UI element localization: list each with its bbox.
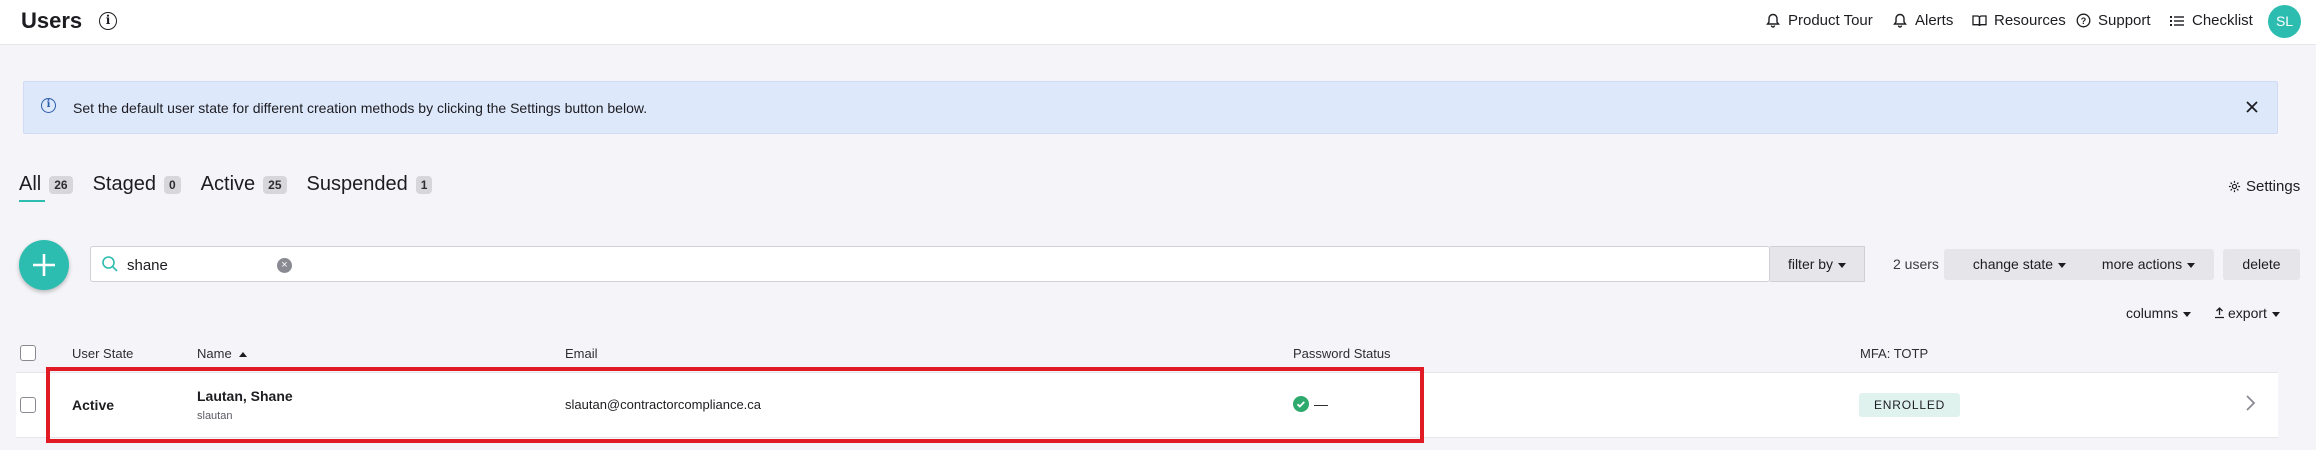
table-header: User State Name Email Password Status MF… xyxy=(0,340,2316,366)
row-checkbox[interactable] xyxy=(20,397,36,413)
top-bar: Users i Product Tour Alerts Resources ? … xyxy=(0,0,2316,45)
nav-product-tour[interactable]: Product Tour xyxy=(1765,12,1873,29)
info-circle-icon: i xyxy=(41,98,56,113)
chevron-down-icon xyxy=(2183,311,2192,317)
info-icon[interactable]: i xyxy=(99,12,117,30)
tab-staged[interactable]: Staged 0 xyxy=(93,173,181,196)
svg-text:?: ? xyxy=(2080,16,2086,26)
banner-text: Set the default user state for different… xyxy=(73,100,648,116)
user-state-tabs: All 26 Staged 0 Active 25 Suspended 1 xyxy=(19,173,452,202)
filter-by-button[interactable]: filter by xyxy=(1770,246,1865,282)
select-all-checkbox[interactable] xyxy=(20,345,36,361)
tab-suspended[interactable]: Suspended 1 xyxy=(307,173,433,196)
columns-label: columns xyxy=(2126,305,2179,321)
user-login: slautan xyxy=(197,410,233,422)
chevron-down-icon xyxy=(2058,262,2067,268)
nav-alerts[interactable]: Alerts xyxy=(1892,12,1953,29)
clear-search-icon[interactable]: × xyxy=(277,258,292,273)
more-actions-label: more actions xyxy=(2101,256,2183,272)
column-header-label: Name xyxy=(197,346,232,361)
delete-label: delete xyxy=(2242,256,2281,272)
tab-label: Suspended xyxy=(306,173,408,195)
nav-checklist[interactable]: Checklist xyxy=(2169,12,2253,29)
search-box: × xyxy=(90,246,1770,282)
nav-support[interactable]: ? Support xyxy=(2075,12,2151,29)
page-title: Users xyxy=(21,8,83,33)
search-icon xyxy=(101,255,119,278)
tab-all[interactable]: All 26 xyxy=(19,173,73,202)
column-header-email[interactable]: Email xyxy=(565,346,598,361)
chevron-right-icon[interactable] xyxy=(2244,393,2256,416)
columns-dropdown[interactable]: columns xyxy=(2126,305,2192,321)
add-user-button[interactable] xyxy=(19,240,69,290)
tab-count: 26 xyxy=(49,175,73,194)
nav-label: Alerts xyxy=(1915,12,1954,29)
close-icon[interactable] xyxy=(2241,96,2263,118)
column-header-mfa-totp[interactable]: MFA: TOTP xyxy=(1860,346,1928,361)
nav-label: Product Tour xyxy=(1788,12,1873,29)
info-banner: i Set the default user state for differe… xyxy=(23,81,2278,134)
user-name[interactable]: Lautan, Shane xyxy=(197,388,293,404)
nav-label: Resources xyxy=(1994,12,2066,29)
sort-ascending-icon xyxy=(239,352,248,358)
password-status: — xyxy=(1293,396,1328,412)
plus-icon xyxy=(33,254,55,276)
table-row[interactable]: Active Lautan, Shane slautan slautan@con… xyxy=(16,372,2278,438)
chevron-down-icon xyxy=(2271,311,2280,317)
column-header-user-state[interactable]: User State xyxy=(72,346,133,361)
gear-icon xyxy=(2228,180,2241,193)
avatar[interactable]: SL xyxy=(2268,5,2301,38)
tab-count: 1 xyxy=(415,175,433,194)
book-icon xyxy=(1971,13,1987,29)
user-state: Active xyxy=(72,397,115,413)
settings-link[interactable]: Settings xyxy=(2228,178,2300,195)
nav-label: Support xyxy=(2098,12,2151,29)
change-state-label: change state xyxy=(1972,256,2054,272)
tab-count: 25 xyxy=(263,175,287,194)
change-state-button[interactable]: change state xyxy=(1944,249,2095,280)
user-count: 2 users xyxy=(1893,256,1939,272)
column-header-name[interactable]: Name xyxy=(197,346,248,361)
check-circle-icon xyxy=(1293,396,1309,412)
more-actions-button[interactable]: more actions xyxy=(2083,249,2214,280)
settings-label: Settings xyxy=(2246,178,2301,195)
question-circle-icon: ? xyxy=(2075,13,2091,29)
bell-tour-icon xyxy=(1765,13,1781,29)
export-icon xyxy=(2214,307,2225,319)
user-email: slautan@contractorcompliance.ca xyxy=(565,397,762,412)
chevron-down-icon xyxy=(1838,262,1847,268)
mfa-status-badge: ENROLLED xyxy=(1859,393,1961,417)
tab-label: Staged xyxy=(92,173,156,195)
bell-icon xyxy=(1892,13,1908,29)
nav-resources[interactable]: Resources xyxy=(1971,12,2066,29)
tab-label: All xyxy=(19,173,42,195)
filter-label: filter by xyxy=(1787,256,1834,272)
tab-label: Active xyxy=(200,173,256,195)
tab-count: 0 xyxy=(163,175,181,194)
password-status-value: — xyxy=(1314,396,1328,412)
delete-button[interactable]: delete xyxy=(2223,249,2300,280)
export-label: export xyxy=(2228,305,2267,321)
list-icon xyxy=(2169,13,2185,29)
nav-label: Checklist xyxy=(2192,12,2253,29)
export-dropdown[interactable]: export xyxy=(2214,305,2280,321)
chevron-down-icon xyxy=(2187,262,2196,268)
column-header-password-status[interactable]: Password Status xyxy=(1293,346,1391,361)
tab-active[interactable]: Active 25 xyxy=(201,173,287,196)
